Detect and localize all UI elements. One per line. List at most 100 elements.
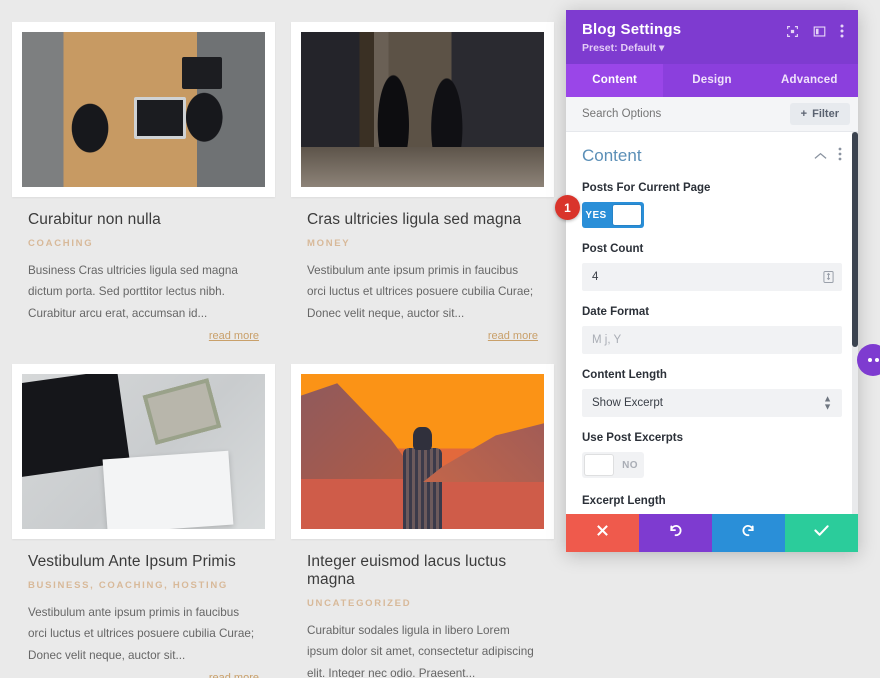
post-card[interactable]: Integer euismod lacus luctus magna UNCAT… [291,342,554,678]
field-post-count: Post Count [582,243,842,291]
post-title[interactable]: Curabitur non nulla [28,211,259,229]
check-icon [814,524,829,542]
redo-icon [741,523,756,543]
save-button[interactable] [785,514,858,552]
content-section-controls [814,147,842,166]
post-excerpt: Business Cras ultricies ligula sed magna… [28,264,238,320]
post-body: Cras ultricies ligula sed magna MONEY Ve… [291,197,554,344]
read-more-link[interactable]: read more [209,330,259,342]
post-categories[interactable]: COACHING [28,238,259,249]
field-excerpt-length: Excerpt Length [582,495,842,514]
toggle-value-label: YES [585,209,607,221]
panel-header: Blog Settings Preset: Default ▾ [566,10,858,64]
panel-scrollbar[interactable] [852,132,858,514]
responsive-device-icon[interactable] [823,270,834,284]
plant-pot-shape [142,378,222,446]
post-count-input[interactable] [582,263,842,291]
chevron-up-icon[interactable] [814,147,827,165]
filter-button[interactable]: + Filter [789,103,850,125]
laptop-desk-plant-photo [22,374,265,529]
post-title[interactable]: Cras ultricies ligula sed magna [307,211,538,229]
post-thumbnail-frame[interactable] [12,364,275,539]
page-root: Curabitur non nulla COACHING Business Cr… [0,0,880,678]
two-businessmen-hallway-photo [301,32,544,187]
use-post-excerpts-toggle[interactable]: NO [582,452,644,478]
plus-icon: + [800,108,808,120]
use-post-excerpts-label: Use Post Excerpts [582,432,683,444]
post-thumbnail-frame[interactable] [291,22,554,197]
post-card[interactable]: Vestibulum Ante Ipsum Primis BUSINESS, C… [12,342,275,678]
panel-header-icons [786,21,844,38]
content-length-label: Content Length [582,369,667,381]
post-thumbnail-frame[interactable] [291,364,554,539]
read-more-row: read more [28,668,259,678]
content-length-select-wrap: ▲▼ [582,389,842,417]
content-length-select[interactable] [582,389,842,417]
content-section-header: Content [582,132,842,182]
posts-for-current-page-label: Posts For Current Page [582,182,711,194]
post-body: Integer euismod lacus luctus magna UNCAT… [291,539,554,678]
date-format-input[interactable] [582,326,842,354]
layout-panel-icon[interactable] [813,25,826,38]
undo-button[interactable] [639,514,712,552]
date-format-label: Date Format [582,306,650,318]
post-excerpt: Vestibulum ante ipsum primis in faucibus… [28,606,255,662]
more-vertical-icon[interactable] [840,24,844,38]
post-excerpt: Curabitur sodales ligula in libero Lorem… [307,624,534,678]
excerpt-length-label: Excerpt Length [582,495,666,507]
filter-button-label: Filter [812,108,839,120]
post-categories[interactable]: MONEY [307,238,538,249]
toggle-knob [613,205,641,225]
post-body: Vestibulum Ante Ipsum Primis BUSINESS, C… [12,539,275,678]
post-categories[interactable]: BUSINESS, COACHING, HOSTING [28,580,259,591]
handle-dot-icon [874,358,879,362]
field-date-format: Date Format [582,306,842,354]
person-mountain-lake-sunset-photo [301,374,544,529]
blog-settings-panel: Blog Settings Preset: Default ▾ Content … [566,10,858,552]
panel-scrollbar-thumb[interactable] [852,132,858,347]
panel-action-bar [566,514,858,552]
cancel-button[interactable] [566,514,639,552]
posts-for-current-page-toggle[interactable]: YES [582,202,644,228]
post-title[interactable]: Vestibulum Ante Ipsum Primis [28,553,259,571]
tab-design[interactable]: Design [663,64,760,97]
read-more-link[interactable]: read more [488,330,538,342]
panel-title: Blog Settings [582,21,682,38]
panel-preset-label: Preset: Default [582,42,657,54]
close-icon [596,524,609,542]
field-content-length: Content Length ▲▼ [582,369,842,417]
tab-advanced[interactable]: Advanced [761,64,858,97]
post-body: Curabitur non nulla COACHING Business Cr… [12,197,275,344]
panel-tabs: Content Design Advanced [566,64,858,97]
search-input[interactable] [582,108,762,120]
post-title[interactable]: Integer euismod lacus luctus magna [307,553,538,589]
undo-icon [668,523,683,543]
post-count-label: Post Count [582,243,644,255]
panel-options-scroll[interactable]: Content Posts For Current Page YES Post … [566,132,858,514]
handle-dot-icon [867,358,872,362]
post-categories[interactable]: UNCATEGORIZED [307,598,538,609]
tab-content[interactable]: Content [566,64,664,97]
panel-header-text: Blog Settings Preset: Default ▾ [582,21,681,54]
person-silhouette-shape [403,427,442,529]
step-marker-badge: 1 [555,195,580,220]
post-card[interactable]: Cras ultricies ligula sed magna MONEY Ve… [291,0,554,342]
toggle-value-label: NO [622,459,638,471]
post-excerpt: Vestibulum ante ipsum primis in faucibus… [307,264,534,320]
panel-preset-selector[interactable]: Preset: Default ▾ [582,42,681,54]
panel-drag-handle[interactable] [857,344,880,376]
focus-target-icon[interactable] [786,25,799,38]
field-posts-for-current-page: Posts For Current Page YES [582,182,842,228]
toggle-knob [585,455,613,475]
read-more-link[interactable]: read more [209,672,259,678]
post-count-input-wrap [582,263,842,291]
content-section-title: Content [582,146,642,165]
business-meeting-table-photo [22,32,265,187]
more-vertical-icon[interactable] [838,147,842,166]
redo-button[interactable] [712,514,785,552]
search-options-row: + Filter [566,97,858,132]
post-thumbnail-frame[interactable] [12,22,275,197]
caret-down-icon: ▾ [659,42,665,54]
post-card[interactable]: Curabitur non nulla COACHING Business Cr… [12,0,275,342]
blog-posts-grid: Curabitur non nulla COACHING Business Cr… [0,0,566,678]
